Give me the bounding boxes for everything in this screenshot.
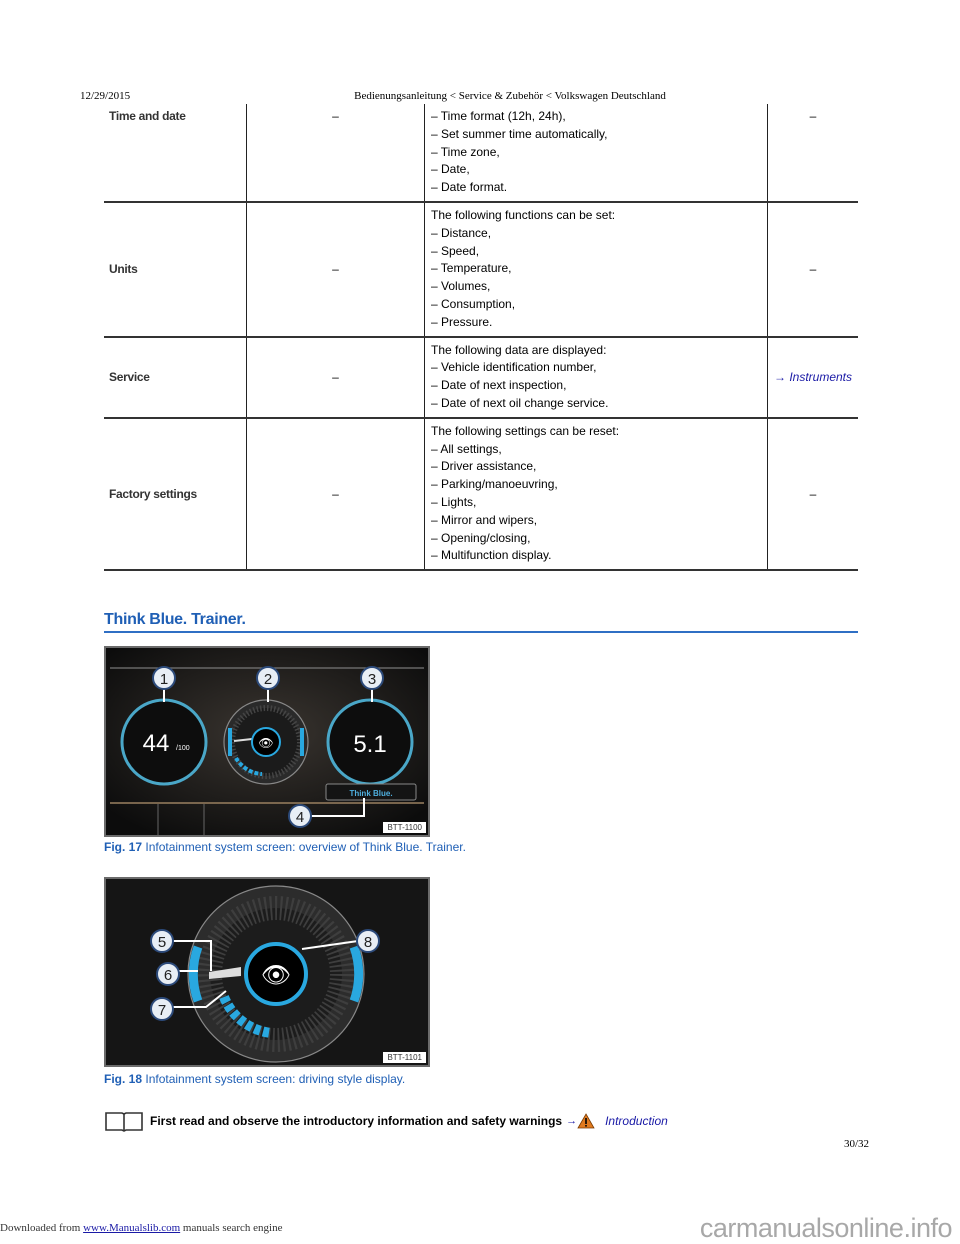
callout-7: 7 bbox=[150, 997, 174, 1021]
score-unit: /100 bbox=[176, 745, 190, 752]
footer-suffix: manuals search engine bbox=[180, 1222, 283, 1234]
caption-label: Fig. 18 bbox=[104, 1072, 143, 1086]
table-row: Units – The following functions can be set… bbox=[104, 201, 858, 337]
description-line: The following settings can be reset: bbox=[431, 423, 620, 438]
caption-text: Infotainment system screen: driving styl… bbox=[145, 1072, 406, 1086]
figure-18: 👁 5 6 7 8 BTT-1101 bbox=[104, 877, 430, 1067]
description-line: – Speed, bbox=[431, 243, 480, 258]
description-line: – Time zone, bbox=[431, 144, 500, 159]
setting-description: The following data are displayed: – Vehic… bbox=[424, 336, 768, 418]
description-line: – Vehicle identification number, bbox=[431, 360, 597, 375]
watermark: carmanualsonline.info bbox=[699, 1213, 953, 1243]
figure-code: BTT-1100 bbox=[383, 822, 426, 833]
description-line: The following functions can be set: bbox=[431, 207, 616, 222]
svg-text:3: 3 bbox=[368, 671, 376, 688]
driving-style-screen: 👁 5 6 7 8 bbox=[106, 879, 428, 1065]
setting-name: Time and date bbox=[109, 109, 186, 123]
setting-description: – Time format (12h, 24h), – Set summer ti… bbox=[424, 104, 768, 202]
warning-icon bbox=[577, 1113, 595, 1129]
think-blue-overview-screen: 44 /100 👁 5.1 Think Blue. 1 2 3 4 bbox=[106, 648, 428, 835]
description-line: – Temperature, bbox=[431, 261, 512, 276]
description-line: – Opening/closing, bbox=[431, 530, 531, 545]
safety-note: First read and observe the introductory … bbox=[104, 1110, 668, 1132]
figure-code: BTT-1101 bbox=[383, 1052, 426, 1063]
note-text: First read and observe the introductory … bbox=[150, 1114, 563, 1128]
setting-description: The following functions can be set: – Dis… bbox=[424, 201, 768, 337]
callout-2: 2 bbox=[256, 666, 280, 690]
svg-text:6: 6 bbox=[164, 967, 172, 984]
setting-reference: → Instruments bbox=[767, 336, 858, 418]
setting-name: Factory settings bbox=[109, 486, 197, 501]
driving-style-dial: 👁 bbox=[187, 885, 365, 1063]
description-line: – Date format. bbox=[431, 180, 508, 195]
description-line: – Time format (12h, 24h), bbox=[431, 109, 566, 123]
svg-text:8: 8 bbox=[364, 934, 372, 951]
svg-text:5: 5 bbox=[158, 934, 166, 951]
setting-reference: – bbox=[767, 417, 858, 571]
setting-column-2: – bbox=[246, 104, 425, 202]
caption-label: Fig. 17 bbox=[104, 840, 143, 854]
description-line: – Mirror and wipers, bbox=[431, 512, 538, 527]
svg-text:4: 4 bbox=[296, 809, 304, 826]
callout-8: 8 bbox=[356, 929, 380, 953]
score-gauge: 44 /100 bbox=[120, 698, 208, 786]
caption-text: Infotainment system screen: overview of … bbox=[145, 840, 466, 854]
figure-17-caption: Fig. 17 Infotainment system screen: over… bbox=[104, 840, 466, 854]
description-line: – Distance, bbox=[431, 225, 492, 240]
introduction-link[interactable]: Introduction bbox=[605, 1114, 668, 1128]
setting-description: The following settings can be reset: – Al… bbox=[424, 417, 768, 571]
svg-text:1: 1 bbox=[160, 671, 168, 688]
setting-name: Units bbox=[109, 262, 138, 277]
setting-column-2: – bbox=[246, 336, 425, 418]
page-number: 30/32 bbox=[844, 1138, 870, 1150]
manualslib-link[interactable]: www.Manualslib.com bbox=[83, 1222, 180, 1234]
description-line: The following data are displayed: bbox=[431, 342, 607, 357]
setting-column-2: – bbox=[246, 417, 425, 571]
instruments-link[interactable]: → Instruments bbox=[774, 370, 852, 384]
figure-17: 44 /100 👁 5.1 Think Blue. 1 2 3 4 BTT-11… bbox=[104, 646, 430, 837]
svg-text:2: 2 bbox=[264, 671, 272, 688]
svg-text:7: 7 bbox=[158, 1002, 166, 1019]
description-line: – Multifunction display. bbox=[431, 548, 552, 563]
description-line: – All settings, bbox=[431, 441, 502, 456]
consumption-gauge: 5.1 bbox=[326, 698, 414, 786]
description-line: – Consumption, bbox=[431, 296, 516, 311]
table-row: Service – The following data are displayed… bbox=[104, 336, 858, 418]
description-line: – Volumes, bbox=[431, 279, 491, 294]
description-line: – Lights, bbox=[431, 494, 477, 509]
section-title: Think Blue. Trainer. bbox=[104, 611, 858, 633]
setting-reference: – bbox=[767, 201, 858, 337]
callout-1: 1 bbox=[152, 666, 176, 690]
note-arrow: → bbox=[566, 1115, 578, 1127]
open-book-icon bbox=[105, 1112, 143, 1132]
callout-6: 6 bbox=[156, 962, 180, 986]
callout-4: 4 bbox=[288, 804, 312, 828]
description-line: – Driver assistance, bbox=[431, 459, 537, 474]
consumption-value: 5.1 bbox=[353, 731, 386, 758]
header-title: Bedienungsanleitung < Service & Zubehör … bbox=[354, 90, 666, 102]
score-value: 44 bbox=[143, 730, 170, 757]
driving-style-gauge: 👁 bbox=[223, 699, 309, 785]
description-line: – Date of next oil change service. bbox=[431, 395, 609, 410]
description-line: – Date, bbox=[431, 162, 470, 177]
footer-prefix: Downloaded from bbox=[0, 1222, 84, 1234]
callout-5: 5 bbox=[150, 929, 174, 953]
setting-reference: – bbox=[767, 104, 858, 202]
table-row: Factory settings – The following settings … bbox=[104, 417, 858, 571]
figure-18-caption: Fig. 18 Infotainment system screen: driv… bbox=[104, 1072, 405, 1086]
eco-eye-icon: 👁 bbox=[261, 962, 291, 989]
eco-eye-icon: 👁 bbox=[258, 736, 273, 750]
think-blue-button[interactable]: Think Blue. bbox=[325, 783, 417, 801]
setting-column-2: – bbox=[246, 201, 425, 337]
think-blue-button-label: Think Blue. bbox=[349, 789, 392, 798]
description-line: – Date of next inspection, bbox=[431, 378, 567, 393]
settings-table: Time and date – – Time format (12h, 24h), –… bbox=[104, 104, 858, 571]
setting-name: Service bbox=[109, 370, 150, 385]
description-line: – Set summer time automatically, bbox=[431, 126, 608, 141]
footer-download-note: Downloaded from www.Manualslib.com manua… bbox=[0, 1222, 282, 1234]
description-line: – Pressure. bbox=[431, 314, 493, 329]
table-row: Time and date – – Time format (12h, 24h), –… bbox=[104, 104, 858, 202]
callout-3: 3 bbox=[360, 666, 384, 690]
description-line: – Parking/manoeuvring, bbox=[431, 477, 558, 492]
